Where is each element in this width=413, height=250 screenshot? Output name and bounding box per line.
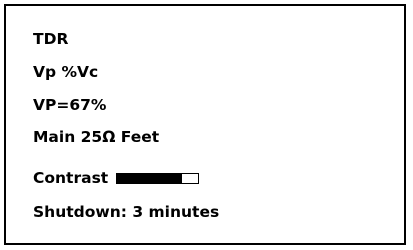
- vp-unit-label: Vp %Vc: [33, 63, 99, 81]
- cable-setting: Main 25Ω Feet: [33, 128, 160, 146]
- mode-label: TDR: [33, 30, 69, 48]
- vp-value: VP=67%: [33, 96, 107, 114]
- contrast-label: Contrast: [33, 169, 109, 187]
- shutdown-setting: Shutdown: 3 minutes: [33, 203, 220, 221]
- display-screen: TDR Vp %Vc VP=67% Main 25Ω Feet Contrast…: [4, 4, 406, 245]
- contrast-row: Contrast: [33, 168, 200, 188]
- contrast-bar: [116, 172, 200, 184]
- contrast-bar-fill: [117, 173, 183, 183]
